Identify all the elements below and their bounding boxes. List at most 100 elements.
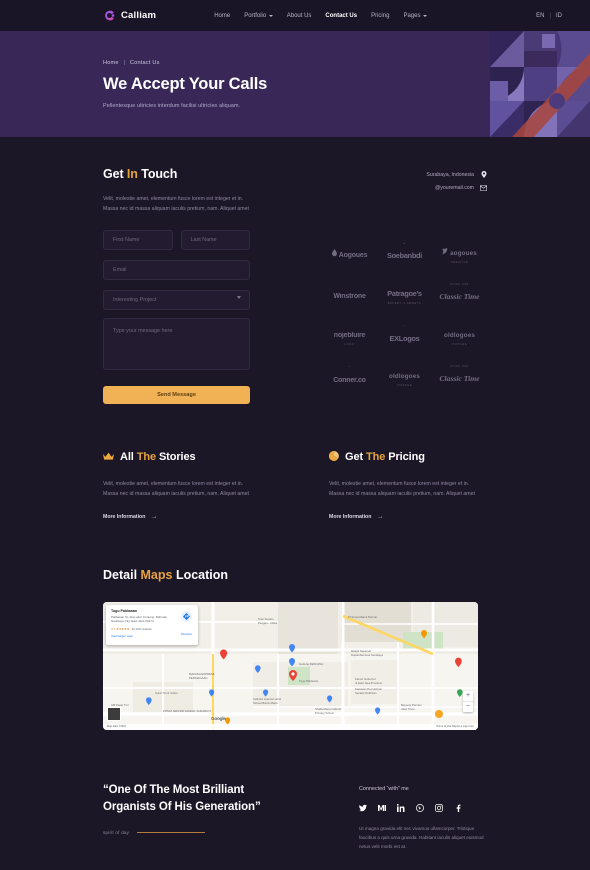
info-column-pricing: Get The Pricing Velit, molestie amet, el…	[328, 448, 479, 520]
linkedin-icon[interactable]	[397, 803, 405, 812]
info-title-highlight: The	[366, 451, 386, 464]
info-column-stories: All The Stories Velit, molestie amet, el…	[103, 448, 253, 520]
more-information-link-pricing[interactable]: More Information →	[329, 514, 479, 520]
page-hero: Home | Contact Us We Accept Your Calls P…	[0, 31, 590, 137]
client-logo: Patragoe's BAKERY & SWEETS	[387, 283, 422, 305]
client-logo-name: nojebluire	[333, 331, 366, 339]
title-highlight: In	[126, 167, 138, 181]
client-logo: oldlogoes VINTAGE	[389, 365, 420, 387]
facebook-icon[interactable]	[454, 804, 462, 812]
nav-item-contact-us[interactable]: Contact Us	[325, 13, 357, 19]
client-logo-name: Winstrone	[333, 292, 366, 300]
pinterest-icon[interactable]	[416, 803, 424, 812]
email-input[interactable]	[103, 260, 250, 281]
arrow-right-icon: →	[151, 513, 158, 520]
client-logo-name: aogoues	[450, 249, 477, 257]
contact-form-section: Send Message Aogoues ▲ Soebanbdi aogoues…	[103, 214, 487, 405]
map-place-card: Tugu Pahlawan Pahlawan St, Alun-alun Con…	[106, 604, 198, 645]
client-logo-name: Aogoues	[338, 251, 368, 259]
svg-text:of East Java Province: of East Java Province	[355, 681, 382, 685]
client-logo-sub: VINTAGE	[396, 383, 413, 387]
client-logo: ⌒ EXLogos	[390, 324, 420, 346]
get-in-touch-body: Velit, molestie amet, elementum fusce lo…	[103, 196, 249, 212]
client-logo-sub: LOGO	[344, 342, 355, 346]
map-attribution-bar: Map data ©2021 Terms of Use Report a map…	[103, 723, 478, 730]
nav-item-label: Portfolio	[244, 12, 267, 19]
first-name-input[interactable]	[103, 230, 173, 251]
svg-text:Primary School: Primary School	[315, 711, 334, 715]
info-header: Get The Pricing	[328, 448, 479, 466]
client-logo-name: Classic Time	[439, 374, 480, 384]
breadcrumb-separator: |	[123, 59, 126, 66]
client-logo-name: Soebanbdi	[386, 251, 423, 261]
svg-text:PI Surya Mama Permai: PI Surya Mama Permai	[348, 615, 377, 619]
brand-logo[interactable]: Calliam	[103, 9, 156, 22]
quote-attribution: spirit of day	[103, 830, 130, 835]
info-header: All The Stories	[103, 448, 253, 466]
client-logo-sub: VINTAGE	[451, 342, 468, 346]
contact-email-row[interactable]: @youremail.com	[426, 184, 487, 191]
twitter-icon[interactable]	[359, 804, 367, 812]
arrow-right-icon: →	[377, 513, 384, 520]
info-columns-section: All The Stories Velit, molestie amet, el…	[103, 404, 487, 520]
info-title-part-1: All	[120, 451, 137, 464]
project-select-wrapper	[103, 288, 250, 318]
svg-text:PERNIAGAAN: PERNIAGAAN	[189, 676, 207, 680]
project-select[interactable]	[103, 290, 250, 311]
client-logo-name: Classic Time	[439, 292, 480, 302]
map-attribution-right[interactable]: Terms of Use Report a map error	[436, 725, 474, 728]
pie-chart-icon	[328, 448, 339, 466]
contact-form: Send Message	[103, 230, 250, 405]
map-pin-icon	[480, 171, 487, 178]
map-zoom-controls: + −	[463, 690, 473, 712]
client-logo-name: oldlogoes	[388, 372, 421, 380]
client-logo: oldlogoes VINTAGE	[444, 324, 475, 346]
medium-icon[interactable]	[378, 804, 386, 812]
info-title: Get The Pricing	[345, 451, 425, 463]
client-logo: ⌒ Conner.co	[333, 365, 366, 387]
title-part-1: Get	[103, 167, 127, 181]
client-logo: aogoues CREATIVE	[442, 242, 477, 264]
triangle-mark-icon: ▲	[403, 242, 406, 246]
nav-item-pages[interactable]: Pages	[403, 13, 427, 19]
envelope-icon	[480, 184, 487, 191]
nav-item-pricing[interactable]: Pricing	[371, 13, 389, 19]
client-logo-name: EXLogos	[389, 333, 420, 343]
map-attribution-left: Map data ©2021	[107, 725, 127, 728]
name-fields-row	[103, 230, 250, 258]
directions-button[interactable]: Directions	[181, 610, 192, 640]
zoom-in-button[interactable]: +	[463, 691, 473, 701]
zoom-out-button[interactable]: −	[463, 702, 473, 712]
quote-section: “One Of The Most Brilliant Organists Of …	[103, 730, 487, 852]
chevron-down-icon	[422, 14, 427, 17]
lang-separator: |	[549, 12, 551, 19]
section-title-get-in-touch: Get In Touch	[103, 167, 253, 181]
map-section-title: Detail Maps Location	[103, 568, 487, 582]
svg-text:Surat Timur Cabor: Surat Timur Cabor	[155, 691, 178, 695]
lang-option-en[interactable]: EN	[536, 13, 544, 19]
leaf-mark-icon	[442, 242, 448, 260]
nav-item-portfolio[interactable]: Portfolio	[244, 13, 273, 19]
connect-title: Connected “with” me	[359, 785, 409, 792]
directions-icon	[181, 610, 192, 622]
more-information-link-stories[interactable]: More Information →	[103, 514, 253, 520]
instagram-icon[interactable]	[435, 803, 443, 812]
flame-mark-icon	[331, 244, 337, 262]
embedded-map[interactable]: Toko Sepatu Pengan - Abdul PI Surya Mama …	[103, 601, 478, 730]
brand-name: Calliam	[121, 10, 157, 21]
info-title-part-1: Get	[345, 451, 366, 464]
svg-text:Gedung KESCANA: Gedung KESCANA	[299, 662, 323, 666]
info-title-highlight: The	[136, 451, 156, 464]
message-textarea[interactable]	[103, 318, 250, 371]
breadcrumb-home[interactable]: Home	[103, 60, 119, 66]
lang-option-id[interactable]: ID	[556, 13, 562, 19]
place-address: Pahlawan St, Alun-alun Contong, Bubutan,…	[111, 614, 168, 624]
last-name-input[interactable]	[180, 230, 250, 251]
contact-email-text: @youremail.com	[435, 184, 474, 191]
nav-item-about-us[interactable]: About Us	[287, 13, 312, 19]
nav-item-label: About Us	[286, 12, 312, 19]
nav-item-label: Pages	[403, 12, 421, 19]
send-message-button[interactable]: Send Message	[103, 386, 250, 405]
street-view-thumbnail[interactable]	[107, 706, 121, 721]
nav-item-home[interactable]: Home	[214, 13, 230, 19]
